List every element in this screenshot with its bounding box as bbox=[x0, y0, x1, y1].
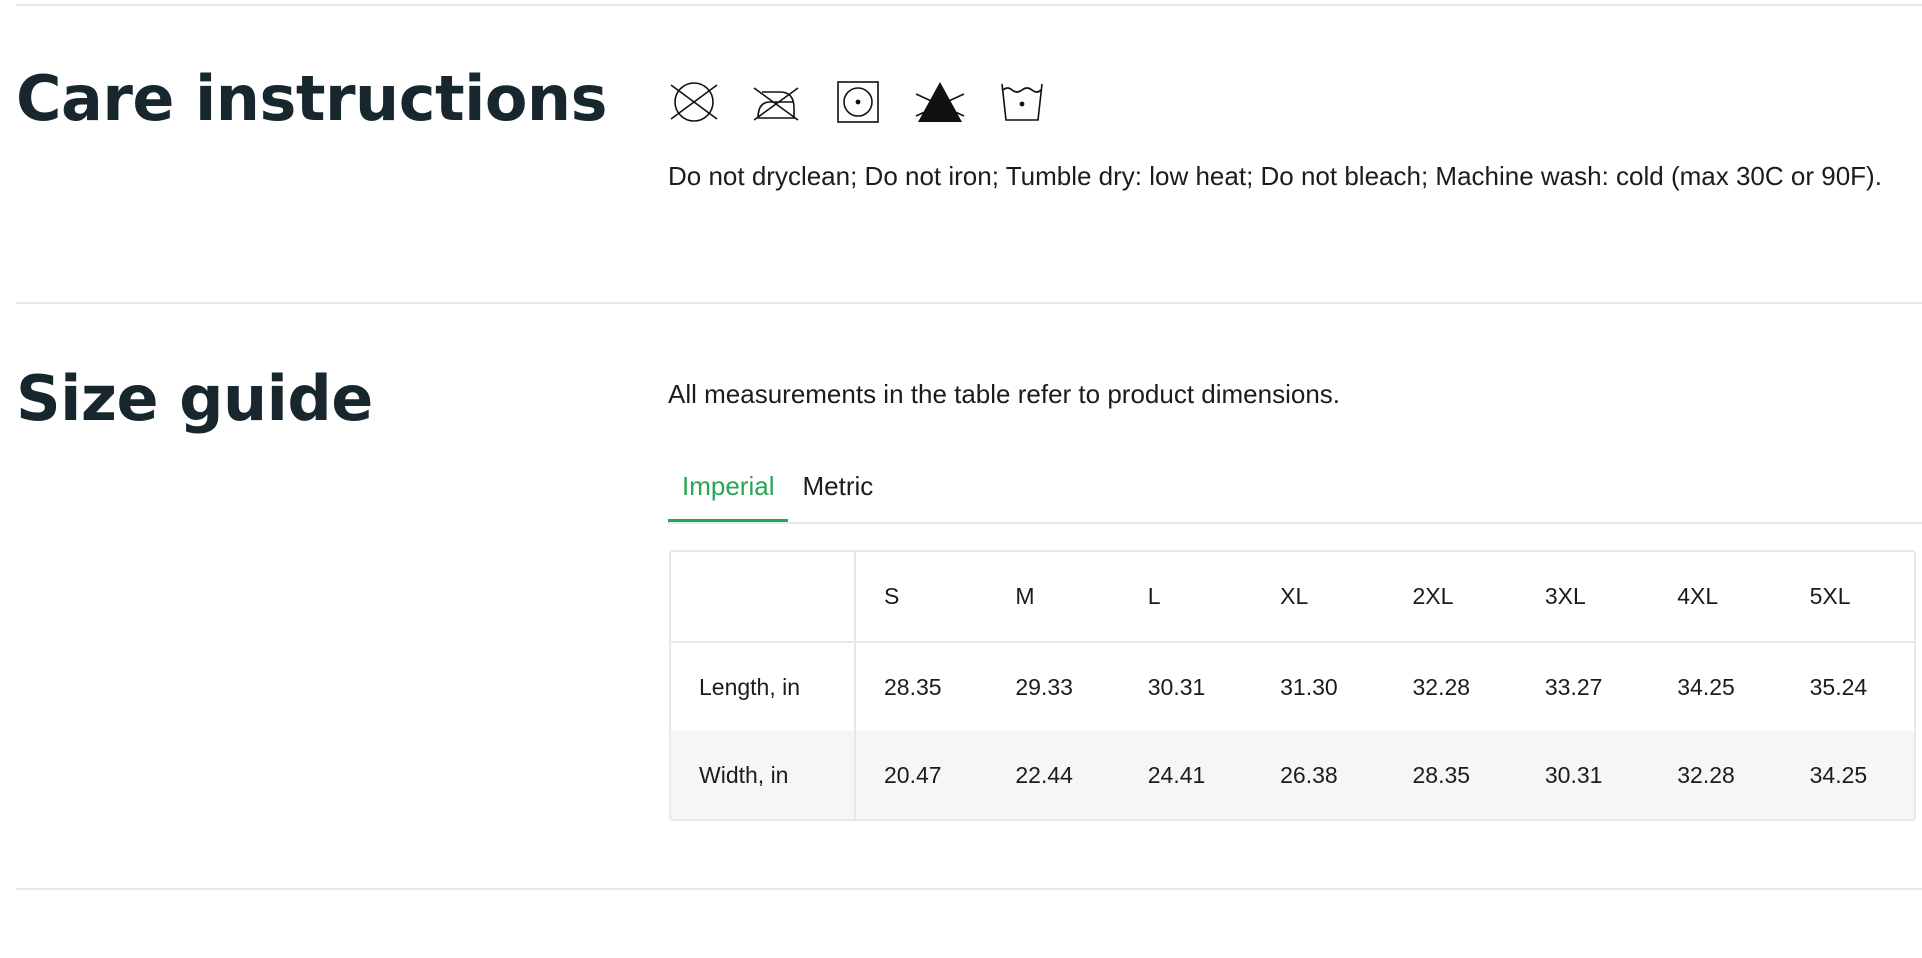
care-instructions-title: Care instructions bbox=[16, 62, 607, 135]
size-column-header: 2XL bbox=[1384, 552, 1517, 643]
size-table: S M L XL 2XL 3XL 4XL 5XL Length, in 28.3… bbox=[671, 552, 1914, 819]
size-column-header: 5XL bbox=[1781, 552, 1914, 643]
table-cell: 28.35 bbox=[1384, 731, 1517, 819]
do-not-iron-icon bbox=[750, 80, 802, 124]
size-column-header: XL bbox=[1252, 552, 1385, 643]
section-divider bbox=[16, 302, 1922, 304]
row-label-width: Width, in bbox=[671, 731, 856, 819]
table-cell: 32.28 bbox=[1649, 731, 1782, 819]
size-column-header: M bbox=[987, 552, 1120, 643]
tab-imperial[interactable]: Imperial bbox=[668, 462, 789, 522]
table-cell: 26.38 bbox=[1252, 731, 1385, 819]
table-cell: 32.28 bbox=[1412, 673, 1471, 700]
table-cell: 29.33 bbox=[1015, 673, 1073, 700]
table-cell: 28.35 bbox=[884, 673, 942, 700]
size-guide-title: Size guide bbox=[16, 362, 373, 435]
bottom-divider bbox=[16, 888, 1922, 890]
table-cell: 33.27 bbox=[1544, 673, 1603, 700]
size-column-header: S bbox=[855, 552, 988, 643]
size-column-header: 3XL bbox=[1516, 552, 1650, 643]
table-cell: 34.25 bbox=[1781, 731, 1914, 819]
table-header-row: S M L XL 2XL 3XL 4XL 5XL bbox=[671, 552, 1914, 643]
table-cell: 30.31 bbox=[1516, 731, 1650, 819]
row-label-length: Length, in bbox=[671, 642, 856, 731]
size-table-container: S M L XL 2XL 3XL 4XL 5XL Length, in 28.3… bbox=[669, 550, 1916, 821]
top-divider bbox=[16, 4, 1922, 6]
do-not-bleach-icon bbox=[914, 80, 966, 124]
table-cell: 35.24 bbox=[1809, 673, 1868, 700]
tab-metric[interactable]: Metric bbox=[788, 462, 887, 522]
table-row: Length, in 28.35 29.33 30.31 31.30 32.28… bbox=[671, 642, 1914, 731]
unit-tabs: Imperial Metric bbox=[668, 462, 1922, 524]
table-corner-cell bbox=[671, 552, 856, 643]
size-column-header: L bbox=[1119, 552, 1253, 643]
machine-wash-cold-icon bbox=[996, 80, 1048, 124]
table-cell: 34.25 bbox=[1677, 673, 1735, 700]
table-cell: 31.30 bbox=[1280, 673, 1338, 700]
do-not-dryclean-icon bbox=[668, 80, 720, 124]
care-icons-row bbox=[668, 80, 1078, 124]
table-cell: 30.31 bbox=[1147, 673, 1206, 700]
care-instructions-text: Do not dryclean; Do not iron; Tumble dry… bbox=[668, 161, 1882, 191]
table-cell: 20.47 bbox=[855, 731, 988, 819]
tumble-dry-low-heat-icon bbox=[832, 80, 884, 124]
table-row: Width, in 20.47 22.44 24.41 26.38 28.35 … bbox=[671, 731, 1914, 819]
table-cell: 24.41 bbox=[1119, 731, 1253, 819]
size-guide-intro: All measurements in the table refer to p… bbox=[668, 379, 1341, 409]
table-cell: 22.44 bbox=[987, 731, 1120, 819]
size-column-header: 4XL bbox=[1649, 552, 1782, 643]
